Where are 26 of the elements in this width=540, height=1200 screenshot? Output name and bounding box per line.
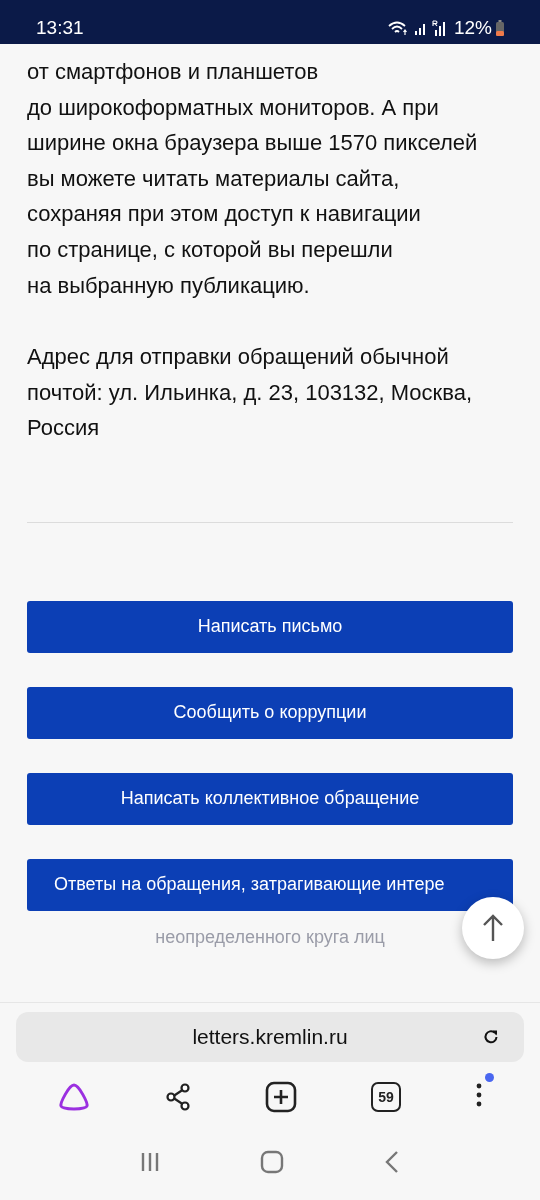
new-tab-icon[interactable] bbox=[265, 1081, 297, 1113]
action-button[interactable]: Ответы на обращения, затрагивающие интере bbox=[27, 858, 513, 911]
action-button[interactable]: Написать письмо bbox=[27, 600, 513, 653]
wifi-icon bbox=[387, 20, 410, 36]
paragraph: Адрес для отправки обращений обычной почтой: ул. Ильинка, д. 23, 103132, Москва, Россия bbox=[27, 343, 474, 443]
battery-icon bbox=[496, 20, 504, 36]
reload-icon[interactable] bbox=[482, 1028, 500, 1046]
arrow-up-icon bbox=[482, 914, 504, 942]
url-text: letters.kremlin.ru bbox=[192, 1025, 348, 1049]
tabs-button[interactable]: 59 bbox=[371, 1082, 401, 1112]
battery-percent: 12% bbox=[453, 16, 492, 40]
roaming-signal-icon bbox=[431, 20, 448, 36]
scroll-up-button[interactable] bbox=[462, 897, 524, 959]
clock: 13:31 bbox=[36, 16, 84, 40]
action-button[interactable]: Сообщить о коррупции bbox=[27, 686, 513, 739]
signal-icon bbox=[413, 21, 428, 35]
recent-apps-icon[interactable] bbox=[140, 1151, 160, 1173]
address-bar[interactable]: letters.kremlin.ru bbox=[16, 1012, 524, 1062]
share-icon[interactable] bbox=[165, 1083, 191, 1111]
back-icon[interactable] bbox=[384, 1150, 400, 1174]
button-overflow-text: неопределенного круга лиц bbox=[155, 926, 385, 948]
assistant-icon[interactable] bbox=[57, 1082, 91, 1112]
action-button[interactable]: Написать коллективное обращение bbox=[27, 772, 513, 825]
paragraph: от смартфонов и планшетов до широкоформатных мониторов. А при ширине окна браузера выше 1570 пикселей вы можете читать материалы сайта, сохраняя при этом доступ к навигации по странице, с которой вы перешли на выбранную публикацию. bbox=[27, 58, 479, 300]
menu-icon[interactable] bbox=[475, 1081, 483, 1109]
home-icon[interactable] bbox=[260, 1150, 284, 1174]
